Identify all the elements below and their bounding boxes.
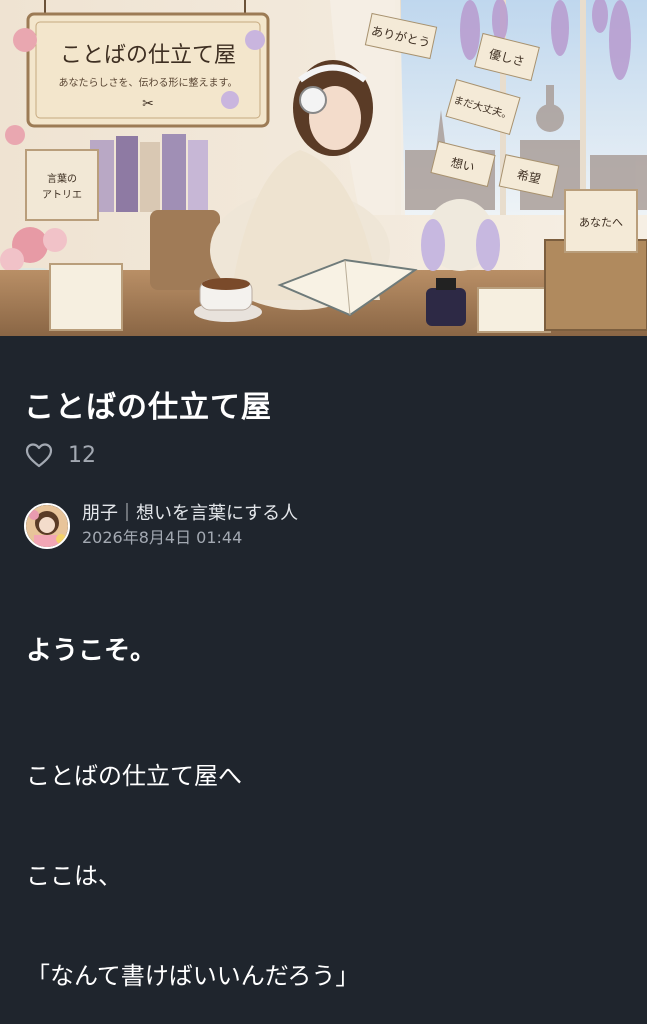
body-paragraph: ここは、 (26, 862, 122, 890)
header-image: ことばの仕立て屋 あなたらしさを、伝わる形に整えます。 ✂ 言葉の アトリエ あ… (0, 0, 647, 336)
sign-title: ことばの仕立て屋 (60, 43, 236, 68)
article-title: ことばの仕立て屋 (24, 390, 272, 425)
post-date: 2026年8月4日 01:44 (82, 528, 243, 547)
author-name[interactable]: 朋子｜想いを言葉にする人 (82, 502, 298, 526)
hero-illustration: ことばの仕立て屋 あなたらしさを、伝わる形に整えます。 ✂ 言葉の アトリエ あ… (0, 0, 647, 336)
heart-icon[interactable] (24, 440, 54, 470)
avatar[interactable] (24, 503, 70, 549)
avatar-image (26, 505, 68, 547)
atelier-card-line2: アトリエ (42, 190, 82, 201)
like-row: 12 (24, 440, 96, 470)
atelier-card-line1: 言葉の (47, 172, 77, 185)
body-paragraph: 「なんて書けばいいんだろう」 (26, 962, 360, 990)
sign-subtitle: あなたらしさを、伝わる形に整えます。 (59, 76, 238, 89)
author-info: 朋子｜想いを言葉にする人 2026年8月4日 01:44 (24, 502, 298, 550)
body-paragraph: ことばの仕立て屋へ (26, 762, 242, 790)
card-right-text: あなたへ (579, 216, 623, 229)
scissors-icon: ✂ (142, 96, 154, 112)
like-count: 12 (68, 442, 96, 468)
greeting-text: ようこそ。 (26, 636, 157, 666)
